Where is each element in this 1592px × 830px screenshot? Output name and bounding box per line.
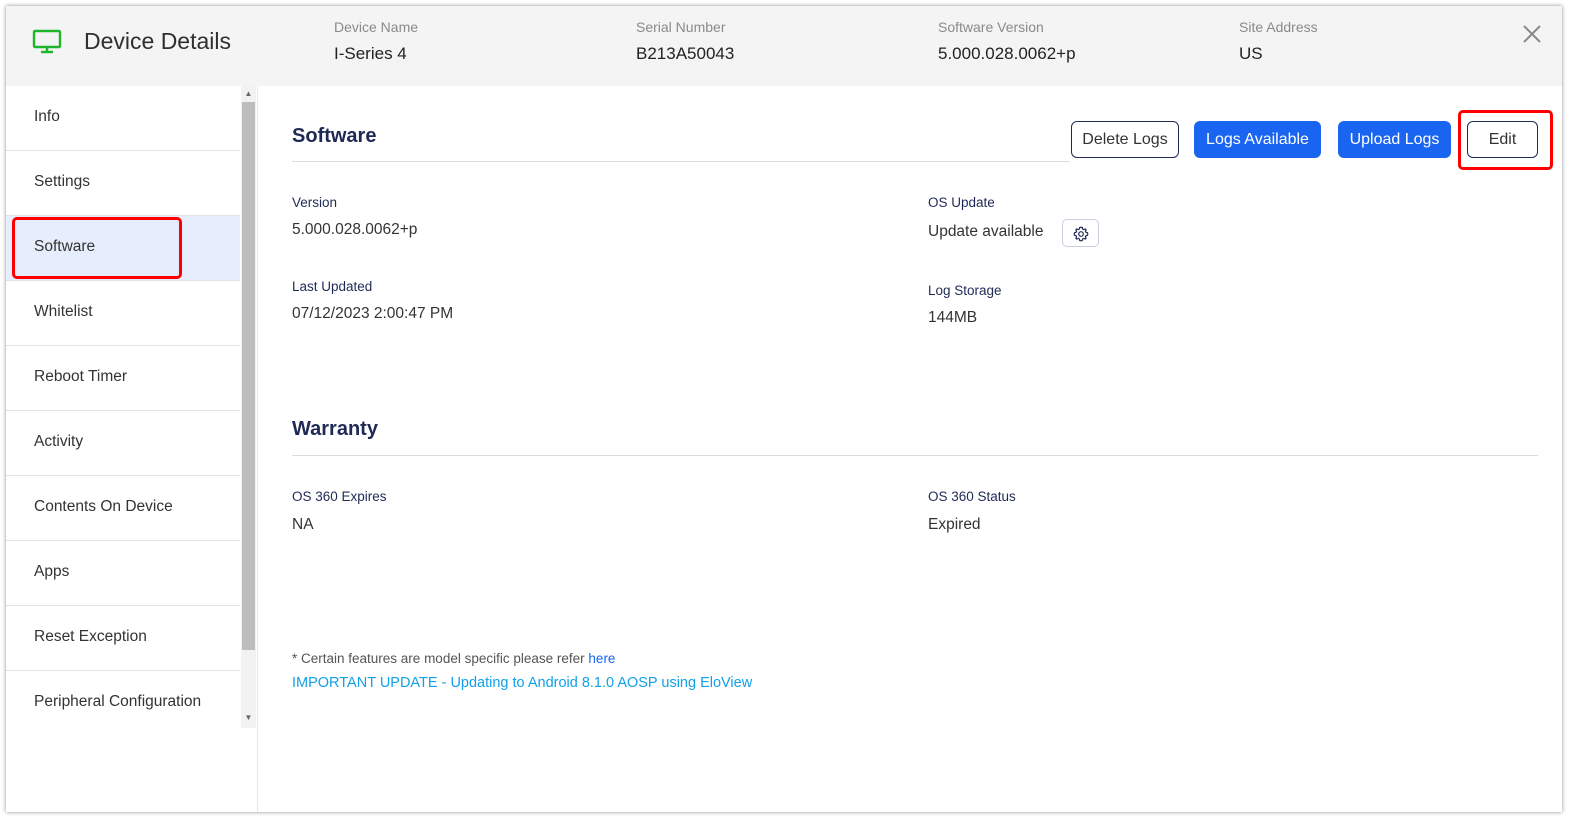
software-version-field: Software Version 5.000.028.0062+p [938,19,1076,64]
important-update-link[interactable]: IMPORTANT UPDATE - Updating to Android 8… [292,675,752,691]
sidebar-item-whitelist[interactable]: Whitelist [6,281,240,346]
sidebar-scroll-thumb[interactable] [242,102,255,650]
upload-logs-button[interactable]: Upload Logs [1338,121,1451,158]
serial-number-value: B213A50043 [636,44,735,63]
monitor-icon [32,29,62,55]
site-address-value: US [1239,44,1263,63]
warranty-divider [292,455,1538,456]
here-link[interactable]: here [588,651,615,666]
os360-expires-value: NA [292,516,314,533]
model-specific-note: * Certain features are model specific pl… [292,651,615,666]
os360-status-label: OS 360 Status [928,489,1016,504]
sidebar-item-apps[interactable]: Apps [6,541,240,606]
sidebar-item-info[interactable]: Info [6,86,240,151]
device-details-window: Device Details Device Name I-Series 4 Se… [6,6,1562,812]
device-name-label: Device Name [334,19,419,35]
os-update-label: OS Update [928,195,995,210]
version-label: Version [292,195,338,210]
software-highlight-box [12,217,182,279]
delete-logs-button[interactable]: Delete Logs [1071,121,1179,158]
device-name-value: I-Series 4 [334,44,407,63]
page-title: Device Details [84,28,231,54]
model-specific-note-text: * Certain features are model specific pl… [292,651,585,666]
sidebar-item-contents-on-device[interactable]: Contents On Device [6,476,240,541]
sidebar-item-peripheral-configuration[interactable]: Peripheral Configuration [6,671,240,736]
software-version-label: Software Version [938,19,1044,35]
os360-status-value: Expired [928,516,981,533]
warranty-section-title: Warranty [292,418,378,440]
gear-icon [1073,226,1089,242]
scroll-up-icon[interactable]: ▲ [243,89,254,99]
device-header: Device Details Device Name I-Series 4 Se… [6,6,1562,86]
version-value: 5.000.028.0062+p [292,221,418,238]
software-divider [292,161,1070,162]
sidebar-item-activity[interactable]: Activity [6,411,240,476]
site-address-field: Site Address US [1239,19,1318,64]
serial-number-field: Serial Number B213A50043 [636,19,734,64]
last-updated-value: 07/12/2023 2:00:47 PM [292,305,454,322]
os-update-value: Update available [928,223,1044,240]
sidebar-nav: Info Settings Software Whitelist Reboot … [6,86,258,812]
os360-expires-label: OS 360 Expires [292,489,387,504]
scroll-down-icon[interactable]: ▼ [243,713,254,723]
os-update-settings-button[interactable] [1062,219,1099,247]
log-storage-value: 144MB [928,309,978,326]
last-updated-label: Last Updated [292,279,373,294]
device-name-field: Device Name I-Series 4 [334,19,418,64]
logs-available-button[interactable]: Logs Available [1194,121,1321,158]
site-address-label: Site Address [1239,19,1318,35]
software-section-title: Software [292,125,377,147]
log-storage-label: Log Storage [928,283,1002,298]
sidebar-item-reboot-timer[interactable]: Reboot Timer [6,346,240,411]
sidebar-item-settings[interactable]: Settings [6,151,240,216]
software-version-value: 5.000.028.0062+p [938,44,1076,63]
serial-number-label: Serial Number [636,19,726,35]
sidebar-item-reset-exception[interactable]: Reset Exception [6,606,240,671]
close-icon[interactable] [1520,22,1544,46]
edit-button[interactable]: Edit [1467,121,1538,158]
